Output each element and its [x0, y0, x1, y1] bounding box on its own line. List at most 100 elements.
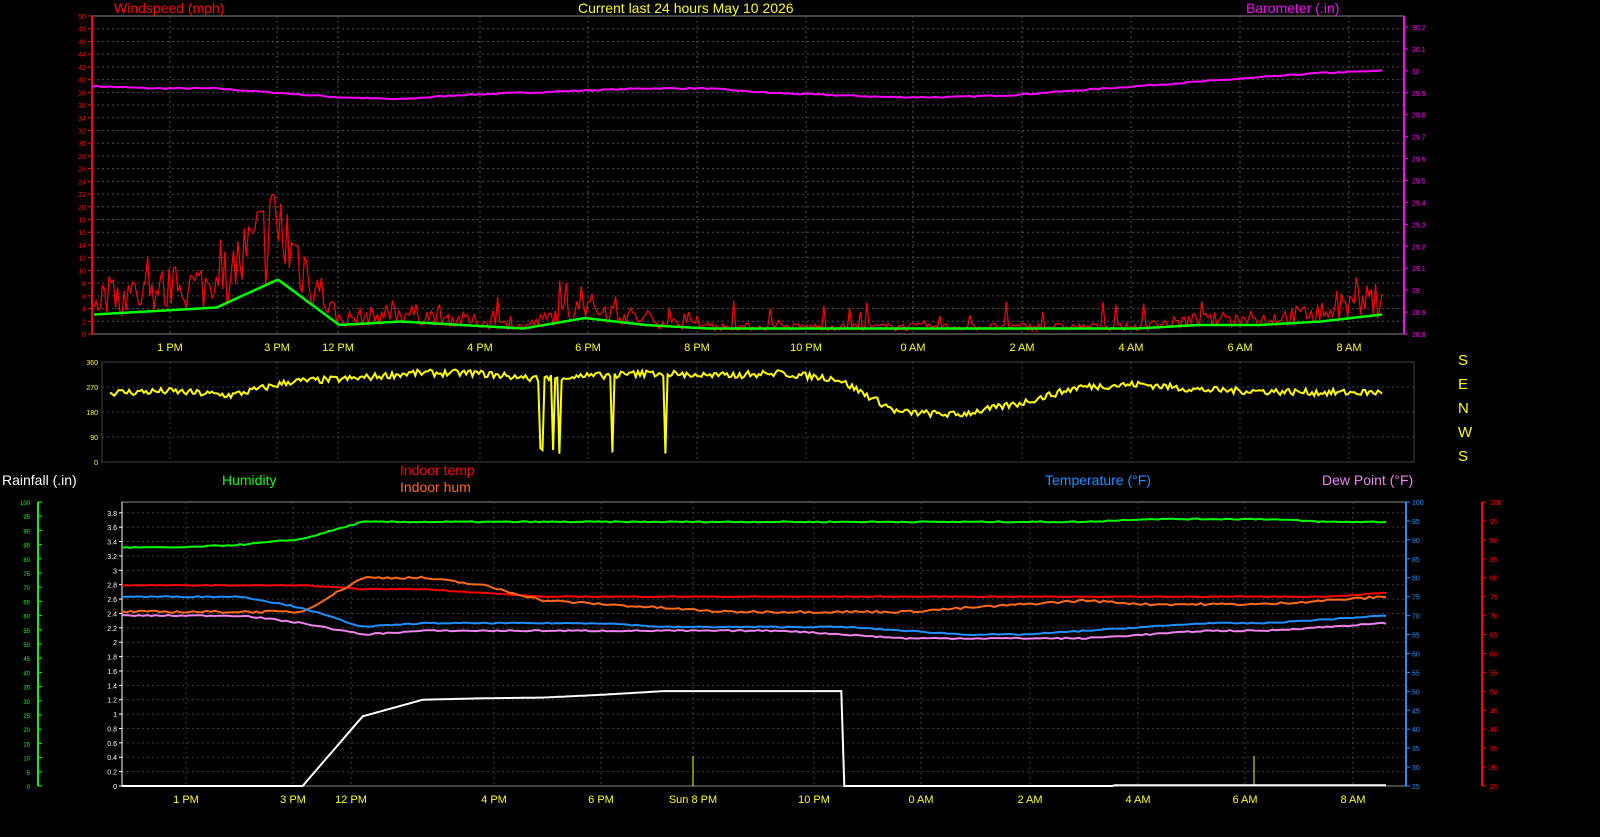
temperature-ticks: 25 30 35 40 45 50 55 60 65 70 75 80 85 90 95 100: [1406, 500, 1424, 791]
rain-tick-label: 1.4: [107, 683, 117, 690]
barometer-ticks: 28.8 28.9 29 29.1 29.2 29.3 29.4 29.5 29.6 29.7 29…: [1404, 25, 1426, 339]
barometer-axis-label: Barometer (.in): [1246, 0, 1340, 16]
direction-tick-label: 180: [86, 410, 98, 417]
windspeed-tick-label: 48: [78, 27, 86, 34]
compass-w: W: [1458, 424, 1473, 441]
temperature-tick-label: 30: [1412, 765, 1420, 772]
barometer-tick-label: 29.6: [1412, 157, 1426, 164]
bottom-x-tick-label: 8 AM: [1340, 794, 1365, 806]
humidity-tick-label: 75: [23, 572, 30, 578]
compass-s-bottom: S: [1458, 448, 1469, 465]
indoor-tick-label: 85: [1490, 557, 1498, 564]
top-x-ticks: 1 PM 3 PM 12 PM 4 PM 6 PM 8 PM 10 PM 0 AM 2 AM 4 …: [157, 342, 1361, 354]
barometer-tick-label: 29: [1412, 288, 1420, 295]
temperature-axis-label: Temperature (°F): [1045, 472, 1151, 488]
barometer-tick-label: 29.1: [1412, 266, 1426, 273]
compass-n: N: [1458, 400, 1469, 417]
windspeed-tick-label: 10: [78, 268, 86, 275]
indoor-tick-label: 40: [1490, 727, 1498, 734]
direction-tick-label: 90: [90, 435, 98, 442]
temperature-tick-label: 70: [1412, 614, 1420, 621]
bottom-x-tick-label: 1 PM: [173, 794, 199, 806]
bottom-x-tick-label: Sun 8 PM: [669, 794, 717, 806]
bottom-x-tick-label: 2 AM: [1017, 794, 1042, 806]
temperature-tick-label: 25: [1412, 784, 1420, 791]
indoor-tick-label: 75: [1490, 595, 1498, 602]
windspeed-tick-label: 12: [78, 256, 86, 263]
temperature-tick-label: 60: [1412, 651, 1420, 658]
top-x-tick-label: 4 AM: [1118, 342, 1143, 354]
windspeed-tick-label: 38: [78, 90, 86, 97]
humidity-tick-label: 5: [27, 771, 31, 777]
wind-barometer-chart: 0246810121416182022242628303234363840424…: [78, 14, 1426, 354]
barometer-tick-label: 28.8: [1412, 332, 1426, 339]
barometer-tick-label: 29.7: [1412, 135, 1426, 142]
temperature-tick-label: 50: [1412, 689, 1420, 696]
humidity-tick-label: 25: [23, 714, 30, 720]
windspeed-ticks: 0246810121416182022242628303234363840424…: [78, 14, 92, 339]
barometer-tick-label: 29.5: [1412, 178, 1426, 185]
humidity-tick-label: 50: [23, 643, 30, 649]
top-x-tick-label: 12 PM: [322, 342, 354, 354]
windspeed-tick-label: 4: [82, 307, 86, 314]
temperature-tick-label: 35: [1412, 746, 1420, 753]
top-x-tick-label: 8 AM: [1336, 342, 1361, 354]
barometer-tick-label: 30.2: [1412, 25, 1426, 32]
windspeed-tick-label: 28: [78, 154, 86, 161]
windspeed-tick-label: 34: [78, 116, 86, 123]
rain-tick-label: 3.8: [107, 511, 117, 518]
windspeed-tick-label: 36: [78, 103, 86, 110]
compass-s-top: S: [1458, 352, 1469, 369]
rain-tick-label: 3.6: [107, 525, 117, 532]
barometer-tick-label: 29.8: [1412, 113, 1426, 120]
temperature-tick-label: 75: [1412, 595, 1420, 602]
indoor-tick-label: 50: [1490, 689, 1498, 696]
windspeed-tick-label: 42: [78, 65, 86, 72]
indoor-tick-label: 55: [1490, 670, 1498, 677]
humidity-tick-label: 30: [23, 700, 30, 706]
windspeed-axis-label: Windspeed (mph): [114, 0, 225, 16]
bottom-x-tick-label: 4 AM: [1125, 794, 1150, 806]
windspeed-tick-label: 16: [78, 230, 86, 237]
windspeed-tick-label: 40: [78, 78, 86, 85]
barometer-tick-label: 29.9: [1412, 91, 1426, 98]
direction-tick-label: 360: [86, 360, 98, 367]
bottom-x-tick-label: 10 PM: [798, 794, 830, 806]
compass-e: E: [1458, 376, 1469, 393]
rain-tick-label: 2.8: [107, 583, 117, 590]
barometer-tick-label: 30: [1412, 69, 1420, 76]
indoor-tick-label: 60: [1490, 651, 1498, 658]
indoor-tick-label: 95: [1490, 519, 1498, 526]
windspeed-tick-label: 46: [78, 39, 86, 46]
indoor-tick-label: 45: [1490, 708, 1498, 715]
temperature-tick-label: 80: [1412, 576, 1420, 583]
indoor-temp-label: Indoor temp: [400, 462, 475, 478]
top-x-tick-label: 2 AM: [1009, 342, 1034, 354]
bottom-x-tick-label: 0 AM: [908, 794, 933, 806]
indoor-tick-label: 70: [1490, 614, 1498, 621]
humidity-tick-label: 35: [23, 686, 30, 692]
indoor-tick-label: 25: [1490, 784, 1498, 791]
windspeed-tick-label: 24: [78, 179, 86, 186]
humidity-tick-label: 70: [23, 586, 30, 592]
rain-tick-label: 1.6: [107, 669, 117, 676]
rain-tick-label: 3.2: [107, 554, 117, 561]
bottom-x-tick-label: 6 PM: [588, 794, 614, 806]
temperature-tick-label: 95: [1412, 519, 1420, 526]
rain-tick-label: 3.4: [107, 540, 117, 547]
barometer-tick-label: 30.1: [1412, 47, 1426, 54]
direction-tick-label: 0: [94, 460, 98, 467]
rain-tick-label: 2.2: [107, 626, 117, 633]
top-x-tick-label: 0 AM: [900, 342, 925, 354]
bottom-plot-frame: [121, 501, 1407, 787]
windspeed-tick-label: 32: [78, 128, 86, 135]
humidity-tick-label: 80: [23, 558, 30, 564]
rain-tick-label: 2: [113, 640, 117, 647]
indoor-tick-label: 90: [1490, 538, 1498, 545]
temperature-tick-label: 45: [1412, 708, 1420, 715]
indoor-hum-label: Indoor hum: [400, 479, 471, 495]
chart-title: Current last 24 hours May 10 2026: [578, 0, 794, 16]
humidity-tick-label: 65: [23, 600, 30, 606]
weather-dashboard: 0246810121416182022242628303234363840424…: [20, 14, 1502, 806]
humidity-tick-label: 0: [27, 785, 31, 791]
